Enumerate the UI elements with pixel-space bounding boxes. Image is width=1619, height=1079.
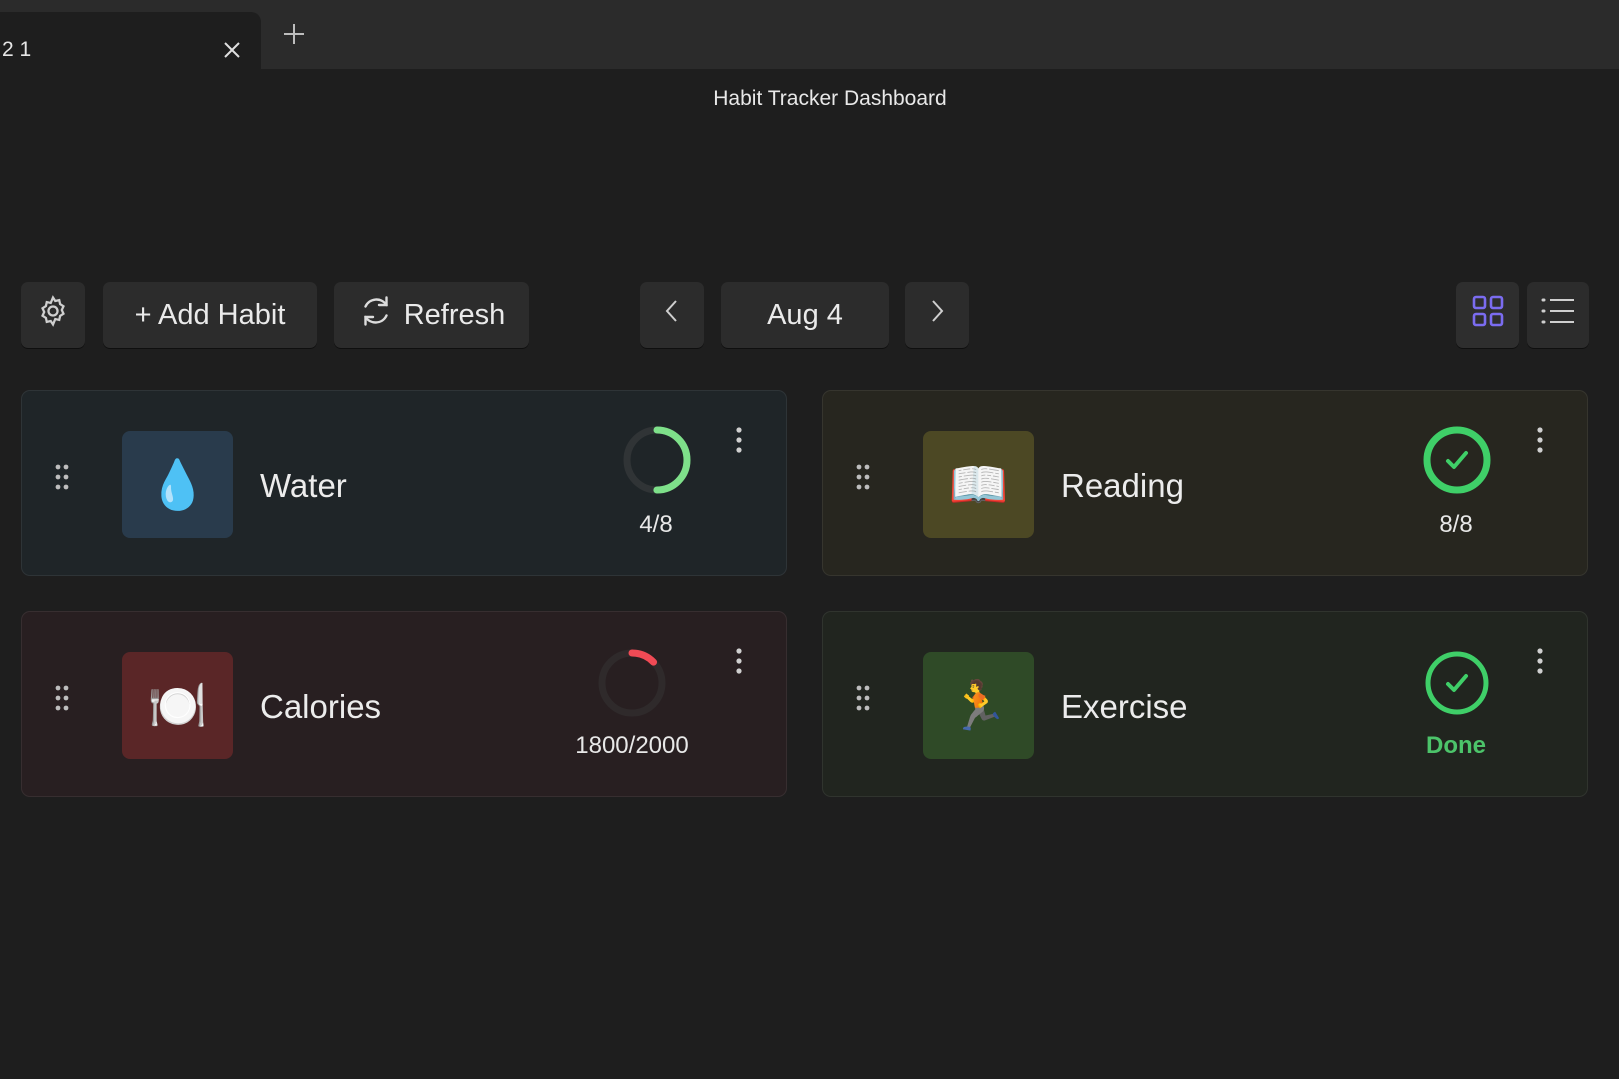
chevron-left-icon (662, 298, 682, 332)
progress-ring (623, 426, 691, 494)
previous-day-button[interactable] (640, 282, 704, 348)
add-habit-label: + Add Habit (134, 298, 286, 331)
more-options-icon[interactable] (1535, 425, 1545, 455)
habit-card-exercise[interactable]: 🏃 Exercise Done (822, 611, 1588, 797)
habit-name: Calories (260, 688, 382, 725)
plate-icon: 🍽️ (122, 652, 233, 759)
refresh-icon (358, 293, 394, 337)
next-day-button[interactable] (905, 282, 969, 348)
habit-name: Reading (1061, 467, 1184, 504)
drag-handle-icon[interactable] (855, 684, 871, 712)
water-drop-icon: 💧 (122, 431, 233, 538)
drag-handle-icon[interactable] (54, 684, 70, 712)
more-options-icon[interactable] (734, 646, 744, 676)
habit-name: Exercise (1061, 688, 1188, 725)
progress-value: 8/8 (1439, 511, 1473, 538)
progress-value: 4/8 (639, 511, 673, 538)
date-button[interactable]: Aug 4 (721, 282, 889, 348)
gear-icon (36, 294, 70, 336)
refresh-label: Refresh (403, 298, 506, 331)
drag-handle-icon[interactable] (855, 463, 871, 491)
list-view-button[interactable] (1527, 282, 1589, 348)
grid-icon (1471, 294, 1505, 336)
tab-title: 2 1 (2, 38, 32, 61)
drag-handle-icon[interactable] (54, 463, 70, 491)
habit-card-water[interactable]: 💧 Water 4/8 (21, 390, 787, 576)
refresh-button[interactable]: Refresh (334, 282, 529, 348)
check-circle-icon (1425, 651, 1489, 715)
chevron-right-icon (927, 298, 947, 332)
open-book-icon: 📖 (923, 431, 1034, 538)
tab-strip: 2 1 (0, 0, 1619, 69)
tab-active[interactable]: 2 1 (0, 12, 261, 69)
more-options-icon[interactable] (734, 425, 744, 455)
habit-name: Water (260, 467, 347, 504)
status-text: Done (1426, 732, 1486, 759)
habit-card-reading[interactable]: 📖 Reading 8/8 (822, 390, 1588, 576)
plus-icon[interactable] (280, 20, 308, 48)
progress-value: 1800/2000 (575, 732, 689, 759)
close-icon[interactable] (220, 38, 244, 62)
progress-ring (598, 649, 666, 717)
more-options-icon[interactable] (1535, 646, 1545, 676)
check-circle-icon (1423, 426, 1491, 494)
settings-button[interactable] (21, 282, 85, 348)
runner-icon: 🏃 (923, 652, 1034, 759)
habit-card-calories[interactable]: 🍽️ Calories 1800/2000 (21, 611, 787, 797)
grid-view-button[interactable] (1456, 282, 1519, 348)
list-icon (1540, 296, 1576, 334)
date-label: Aug 4 (767, 298, 843, 331)
window-title: Habit Tracker Dashboard (713, 87, 947, 110)
add-habit-button[interactable]: + Add Habit (103, 282, 317, 348)
